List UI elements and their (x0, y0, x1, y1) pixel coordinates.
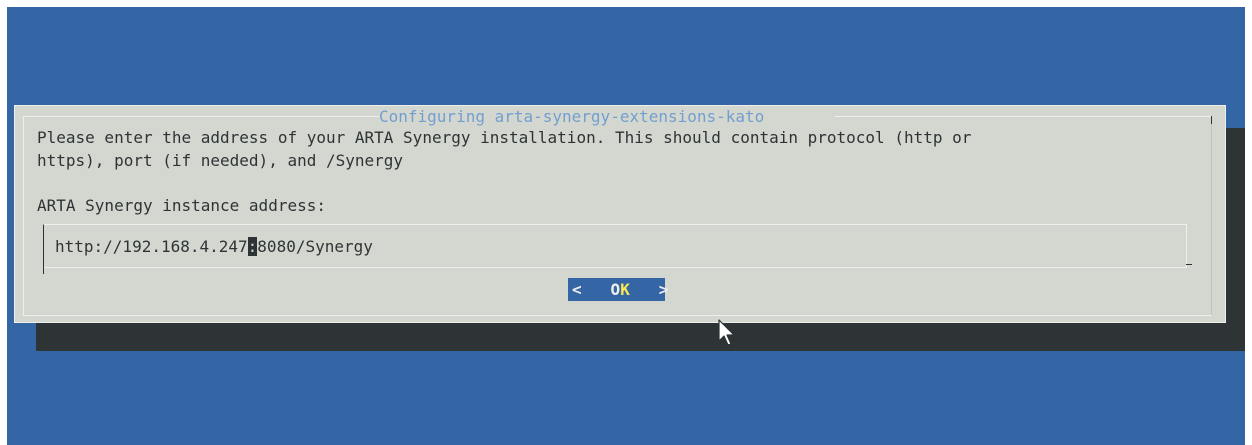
text-cursor: : (247, 237, 258, 256)
frame-line (1211, 124, 1212, 316)
address-input-value[interactable]: http://192.168.4.247:8080/Synergy (55, 235, 373, 258)
ok-button-label-first: O (610, 280, 621, 299)
dialog-prompt: Please enter the address of your ARTA Sy… (37, 128, 972, 170)
frame-line (23, 315, 1212, 316)
input-value-after-cursor: 8080/Synergy (257, 237, 373, 256)
input-value-before-cursor: http://192.168.4.247 (55, 237, 248, 256)
ok-button-right-bracket: > (658, 280, 669, 299)
frame-line (43, 266, 44, 274)
frame-line (1186, 264, 1192, 265)
mouse-pointer-icon (718, 319, 735, 346)
ok-button[interactable]: < OK > (568, 278, 668, 301)
terminal-screen: Configuring arta-synergy-extensions-kato… (7, 7, 1245, 445)
ok-button-hotkey: K (620, 280, 630, 299)
address-field-label: ARTA Synergy instance address: (37, 196, 326, 215)
frame-line (23, 116, 24, 316)
frame-line (23, 116, 379, 117)
frame-line (835, 116, 1212, 117)
ok-button-left-bracket: < (572, 280, 582, 299)
dialog-title: Configuring arta-synergy-extensions-kato (379, 107, 765, 127)
frame-line (1211, 116, 1212, 124)
config-dialog: Configuring arta-synergy-extensions-kato… (14, 105, 1226, 323)
